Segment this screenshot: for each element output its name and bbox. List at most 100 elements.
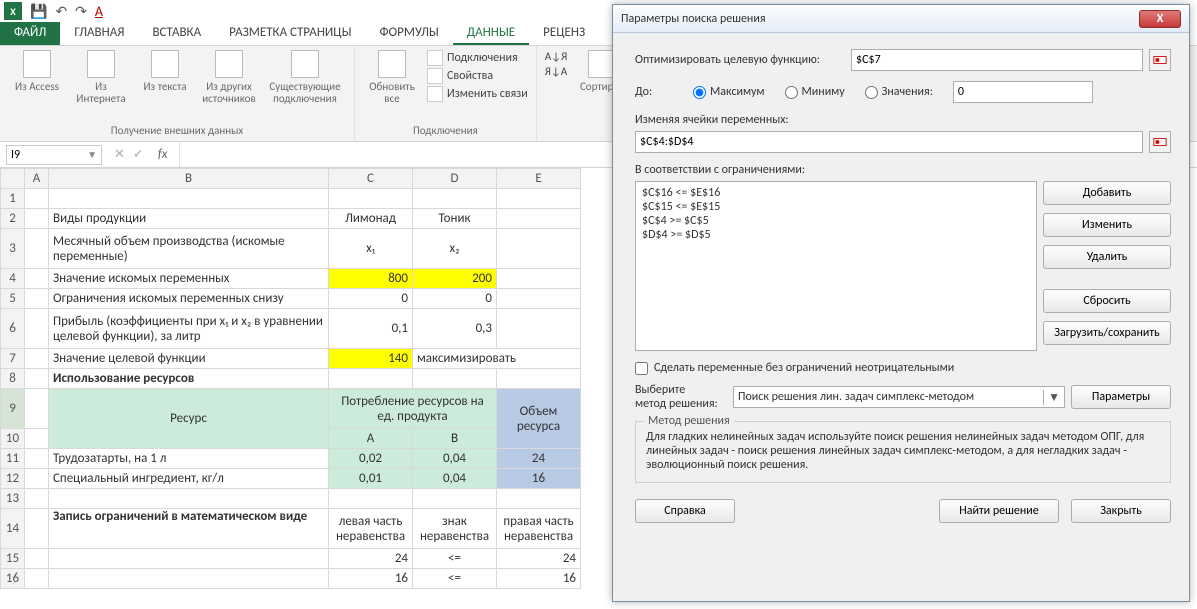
constraint-item[interactable]: $C$4 >= $C$5 bbox=[642, 214, 1030, 228]
cell-E16[interactable]: 16 bbox=[497, 569, 581, 589]
cell-D3[interactable]: x₂ bbox=[413, 229, 497, 269]
cell-C16[interactable]: 16 bbox=[329, 569, 413, 589]
cell-C12[interactable]: 0,01 bbox=[329, 469, 413, 489]
vars-rangepicker-icon[interactable] bbox=[1149, 131, 1171, 153]
cell-B14[interactable]: Запись ограничений в математическом виде bbox=[49, 509, 329, 549]
loadsave-button[interactable]: Загрузить/сохранить bbox=[1043, 321, 1171, 345]
vars-input[interactable] bbox=[635, 131, 1143, 153]
cell-D5[interactable]: 0 bbox=[413, 289, 497, 309]
cell-D15[interactable]: <= bbox=[413, 549, 497, 569]
cell-C15[interactable]: 24 bbox=[329, 549, 413, 569]
params-button[interactable]: Параметры bbox=[1071, 385, 1171, 409]
btn-properties[interactable]: Свойства bbox=[427, 68, 528, 84]
btn-refresh-all[interactable]: Обновить все bbox=[363, 50, 421, 105]
radio-max[interactable]: Максимум bbox=[693, 85, 765, 99]
constraints-list[interactable]: $C$16 <= $E$16 $C$15 <= $E$15 $C$4 >= $C… bbox=[635, 181, 1037, 351]
cell-C14[interactable]: левая частьнеравенства bbox=[329, 509, 413, 549]
cell-B6[interactable]: Прибыль (коэффициенты при x₁ и x₂ в урав… bbox=[49, 309, 329, 349]
nonneg-checkbox[interactable]: Сделать переменные без ограничений неотр… bbox=[635, 361, 1171, 375]
cell-E14[interactable]: правая частьнеравенства bbox=[497, 509, 581, 549]
cell-B8[interactable]: Использование ресурсов bbox=[49, 369, 329, 389]
cell-C5[interactable]: 0 bbox=[329, 289, 413, 309]
cell-B2[interactable]: Виды продукции bbox=[49, 209, 329, 229]
tab-data[interactable]: ДАННЫЕ bbox=[453, 22, 529, 45]
row-6[interactable]: 6 bbox=[1, 309, 25, 349]
enter-icon[interactable]: ✓ bbox=[133, 147, 144, 162]
cell-C4[interactable]: 800 bbox=[329, 269, 413, 289]
cell-C10[interactable]: А bbox=[329, 429, 413, 449]
col-E[interactable]: E bbox=[497, 169, 581, 189]
row-13[interactable]: 13 bbox=[1, 489, 25, 509]
constraint-item[interactable]: $C$15 <= $E$15 bbox=[642, 200, 1030, 214]
solve-button[interactable]: Найти решение bbox=[939, 499, 1059, 523]
col-C[interactable]: C bbox=[329, 169, 413, 189]
btn-existing-conn[interactable]: Существующие подключения bbox=[264, 50, 346, 105]
cell-E11[interactable]: 24 bbox=[497, 449, 581, 469]
btn-from-access[interactable]: Из Access bbox=[8, 50, 66, 93]
cell-C11[interactable]: 0,02 bbox=[329, 449, 413, 469]
tab-home[interactable]: ГЛАВНАЯ bbox=[60, 22, 138, 45]
row-2[interactable]: 2 bbox=[1, 209, 25, 229]
cell-D10[interactable]: В bbox=[413, 429, 497, 449]
cell-B9[interactable]: Ресурс bbox=[49, 389, 329, 449]
cell-CD9[interactable]: Потребление ресурсов на ед. продукта bbox=[329, 389, 497, 429]
close-button[interactable]: Закрыть bbox=[1071, 499, 1171, 523]
cell-B11[interactable]: Трудозатарты, на 1 л bbox=[49, 449, 329, 469]
row-7[interactable]: 7 bbox=[1, 349, 25, 369]
cell-D14[interactable]: знакнеравенства bbox=[413, 509, 497, 549]
fx-icon[interactable]: fx bbox=[152, 147, 174, 162]
constraint-item[interactable]: $D$4 >= $D$5 bbox=[642, 228, 1030, 242]
cell-D4[interactable]: 200 bbox=[413, 269, 497, 289]
row-11[interactable]: 11 bbox=[1, 449, 25, 469]
cell-D12[interactable]: 0,04 bbox=[413, 469, 497, 489]
help-button[interactable]: Справка bbox=[635, 499, 735, 523]
cell-C2[interactable]: Лимонад bbox=[329, 209, 413, 229]
cell-E9[interactable]: Объем ресурса bbox=[497, 389, 581, 449]
valueof-input[interactable] bbox=[953, 81, 1093, 103]
objective-input[interactable] bbox=[851, 49, 1143, 71]
tab-layout[interactable]: РАЗМЕТКА СТРАНИЦЫ bbox=[215, 22, 365, 45]
radio-valueof[interactable]: Значения: bbox=[865, 85, 933, 99]
cell-C3[interactable]: x₁ bbox=[329, 229, 413, 269]
tab-insert[interactable]: ВСТАВКА bbox=[138, 22, 215, 45]
redo-icon[interactable]: ↷ bbox=[75, 3, 87, 20]
objective-rangepicker-icon[interactable] bbox=[1149, 49, 1171, 71]
cell-B4[interactable]: Значение искомых переменных bbox=[49, 269, 329, 289]
fontcolor-icon[interactable]: A bbox=[95, 3, 103, 20]
cell-D16[interactable]: <= bbox=[413, 569, 497, 589]
row-8[interactable]: 8 bbox=[1, 369, 25, 389]
row-10[interactable]: 10 bbox=[1, 429, 25, 449]
cell-D6[interactable]: 0,3 bbox=[413, 309, 497, 349]
row-5[interactable]: 5 bbox=[1, 289, 25, 309]
cell-E12[interactable]: 16 bbox=[497, 469, 581, 489]
btn-from-text[interactable]: Из текста bbox=[136, 50, 194, 93]
row-9[interactable]: 9 bbox=[1, 389, 25, 429]
col-B[interactable]: B bbox=[49, 169, 329, 189]
select-all[interactable] bbox=[1, 169, 25, 189]
method-select[interactable]: Поиск решения лин. задач симплекс-методо… bbox=[733, 386, 1065, 408]
btn-from-web[interactable]: Из Интернета bbox=[72, 50, 130, 105]
change-button[interactable]: Изменить bbox=[1043, 213, 1171, 237]
cell-C6[interactable]: 0,1 bbox=[329, 309, 413, 349]
row-15[interactable]: 15 bbox=[1, 549, 25, 569]
cell-D11[interactable]: 0,04 bbox=[413, 449, 497, 469]
cell-E15[interactable]: 24 bbox=[497, 549, 581, 569]
row-14[interactable]: 14 bbox=[1, 509, 25, 549]
tab-formulas[interactable]: ФОРМУЛЫ bbox=[365, 22, 452, 45]
radio-min[interactable]: Миниму bbox=[785, 85, 845, 99]
close-icon[interactable]: X bbox=[1139, 10, 1181, 28]
row-1[interactable]: 1 bbox=[1, 189, 25, 209]
row-12[interactable]: 12 bbox=[1, 469, 25, 489]
name-box[interactable]: I9▼ bbox=[6, 145, 102, 165]
row-4[interactable]: 4 bbox=[1, 269, 25, 289]
tab-file[interactable]: ФАЙЛ bbox=[0, 22, 60, 45]
cell-B12[interactable]: Специальный ингредиент, кг/л bbox=[49, 469, 329, 489]
cell-B3[interactable]: Месячный объем производства (искомые пер… bbox=[49, 229, 329, 269]
cell-C7[interactable]: 140 bbox=[329, 349, 413, 369]
dialog-titlebar[interactable]: Параметры поиска решения X bbox=[613, 5, 1189, 33]
cell-B5[interactable]: Ограничения искомых переменных снизу bbox=[49, 289, 329, 309]
tab-review[interactable]: РЕЦЕНЗ bbox=[529, 22, 599, 45]
btn-sort-za[interactable]: Я↓А bbox=[545, 65, 567, 78]
col-D[interactable]: D bbox=[413, 169, 497, 189]
cell-D2[interactable]: Тоник bbox=[413, 209, 497, 229]
